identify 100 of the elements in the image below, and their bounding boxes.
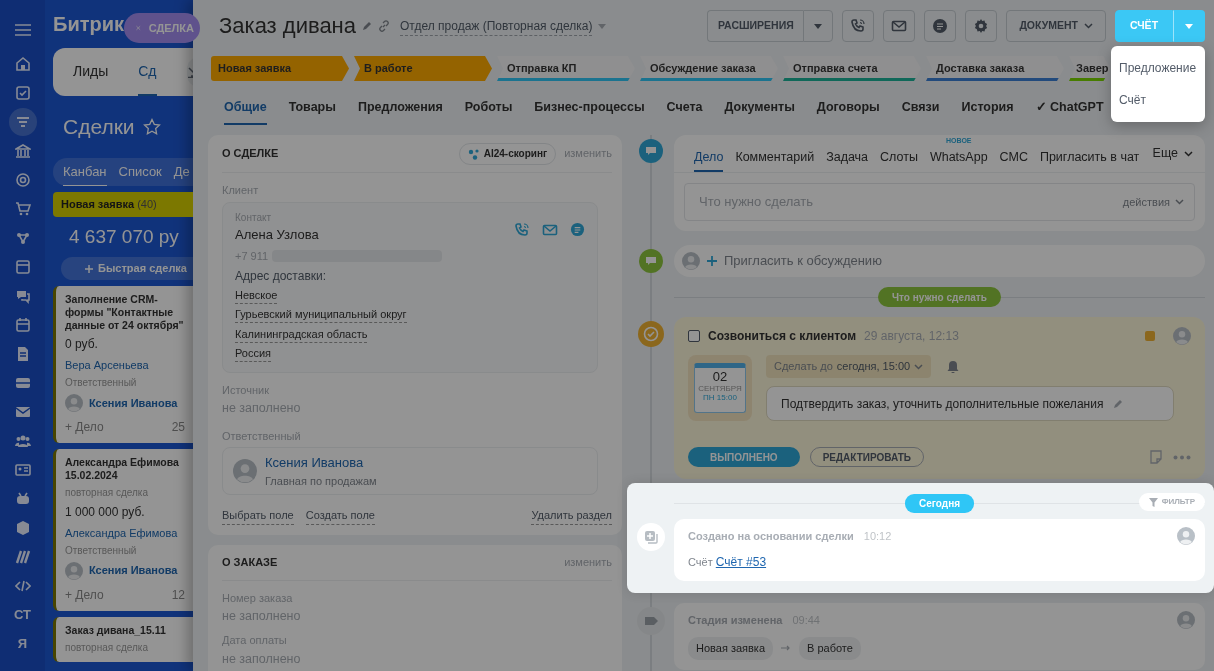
section-title: О ЗАКАЗЕ [222, 555, 278, 570]
composer-tab[interactable]: Дело [694, 145, 724, 172]
address-link[interactable]: Невское [235, 287, 278, 304]
view-tab[interactable]: Список [118, 158, 162, 186]
composer-tab[interactable]: Слоты [880, 145, 918, 172]
field-link[interactable]: Создать поле [305, 507, 375, 525]
composer-tab[interactable]: Задача [826, 145, 869, 172]
address-link[interactable]: Россия [235, 346, 272, 362]
tab[interactable]: Товары [288, 81, 336, 133]
stage-step[interactable]: Обсуждение заказа [640, 56, 778, 81]
view-tab[interactable]: Де [173, 158, 190, 186]
chevron-down-icon [1084, 23, 1093, 29]
settings-button[interactable] [965, 10, 998, 42]
responsible-link[interactable]: Ксения Иванова [265, 453, 377, 473]
tab[interactable]: Общие [224, 89, 267, 125]
chevron-down-icon [1184, 150, 1193, 157]
invite-button[interactable]: Пригласить к обсуждению [674, 245, 1205, 277]
actions-dropdown[interactable]: действия [1122, 193, 1184, 211]
chat-icon [932, 18, 949, 34]
section-divider-label: Что нужно сделать [878, 287, 1001, 307]
composer-tab[interactable]: Комментарий [735, 145, 815, 172]
deal-card[interactable]: Александра Ефимова 15.02.2024 повторная сделка 1 000 000 руб. Александра Ефимова Ответственный Ксения Иванова + Дело 12 [53, 448, 193, 611]
field-label: Адрес доставки: [235, 267, 328, 285]
arrow-icon [781, 645, 792, 652]
deal-card[interactable]: Заполнение CRM-формы "Контактные данные от 24 октября" 0 руб. Вера Арсеньева Ответственный Ксения Иванова + Дело 25 [53, 286, 193, 443]
robot-icon [14, 490, 31, 507]
tab[interactable]: Предложения [357, 81, 443, 133]
add-task-link[interactable]: + Дело [65, 417, 104, 436]
tab[interactable]: Бизнес-процессы [534, 81, 645, 133]
scoring-button[interactable]: AI24-скоринг [458, 142, 557, 165]
deadline-button[interactable]: Сделать до сегодня, 15:00 [766, 355, 932, 378]
document-button[interactable]: ДОКУМЕНТ [1006, 10, 1106, 42]
stage-step[interactable]: В работе [354, 56, 492, 81]
address-link[interactable]: Гурьевский муниципальный округ [235, 307, 407, 323]
stage-chip: Новая заявка [688, 637, 774, 660]
add-task-link[interactable]: + Дело [65, 585, 104, 604]
sidebar-item[interactable]: СТ [14, 604, 31, 625]
responsible-link[interactable]: Ксения Иванова [89, 394, 178, 412]
deal-card[interactable]: Заказ дивана_15.11 повторная сделка [53, 616, 193, 662]
document-link[interactable]: Счёт #53 [715, 555, 767, 569]
more-tab[interactable]: Еще [1152, 135, 1193, 172]
home-icon [14, 55, 31, 72]
card-amount: 1 000 000 руб. [65, 504, 146, 522]
avatar-icon [682, 252, 700, 270]
checkbox[interactable] [688, 330, 700, 342]
responsible-role: Главная по продажам [265, 473, 377, 489]
column-name: Новая заявка [61, 197, 135, 213]
client-link[interactable]: Вера Арсеньева [65, 357, 189, 374]
logo: Битрик [53, 12, 124, 37]
stripes-icon [14, 548, 31, 565]
card-title: Заказ дивана_15.11 [65, 623, 167, 637]
window-icon [14, 258, 31, 275]
phone-icon [514, 221, 530, 238]
stage-step[interactable]: Отправка счета [783, 56, 921, 81]
nav-tab[interactable]: Лиды [73, 48, 109, 96]
mail-button[interactable] [883, 10, 916, 42]
caret-icon [1185, 23, 1193, 29]
tab[interactable]: Связи [901, 81, 940, 133]
page-title: Сделки [63, 114, 135, 141]
contact-name[interactable]: Алена Узлова [235, 224, 319, 244]
chat-button[interactable] [924, 10, 957, 42]
nav-tab[interactable]: Сд [138, 48, 157, 96]
card-amount: 0 руб. [65, 336, 99, 354]
category-link[interactable]: Отдел продаж (Повторная сделка) [400, 16, 593, 36]
stage-step[interactable]: Новая заявка [211, 56, 349, 81]
address-link[interactable]: Калининградская область [235, 326, 368, 343]
cube-icon [14, 519, 31, 536]
avatar-icon [65, 393, 83, 412]
card-meta: 12 [171, 586, 185, 604]
tab[interactable]: ✓ ChatGPT [1035, 81, 1104, 133]
field-label: Ответственный [65, 543, 138, 558]
tab[interactable]: Роботы [464, 81, 513, 133]
menu-item[interactable]: Предложение [1111, 52, 1205, 84]
contact-card-icon [14, 461, 31, 478]
card-meta: 25 [171, 418, 185, 436]
composer-tab[interactable]: СМС [999, 145, 1028, 172]
tab[interactable]: Договоры [816, 81, 880, 133]
menu-item[interactable]: Счёт [1111, 84, 1205, 116]
stage-step[interactable]: Отправка КП [497, 56, 635, 81]
note-field[interactable]: Подтвердить заказ, уточнить дополнительные пожелания [766, 386, 1174, 421]
avatar-icon [233, 459, 257, 484]
extensions-button[interactable]: РАСШИРЕНИЯ [707, 10, 804, 42]
caret-icon [598, 23, 607, 29]
tab[interactable]: Документы [724, 81, 795, 133]
avatar-icon [65, 561, 83, 580]
tab[interactable]: Счета [666, 81, 703, 133]
call-button[interactable] [842, 10, 875, 42]
stage-step[interactable]: Доставка заказа [926, 56, 1064, 81]
tab[interactable]: История [961, 81, 1014, 133]
sidebar-item[interactable]: Я [17, 633, 28, 654]
responsible-link[interactable]: Ксения Иванова [89, 562, 178, 579]
pencil-icon [1113, 398, 1124, 409]
stage-step[interactable]: Завер [1069, 56, 1111, 81]
composer-tab[interactable]: WhatsApp [929, 145, 988, 172]
field-link[interactable]: Выбрать поле [222, 507, 294, 525]
event-title: Создано на основании сделки [688, 528, 854, 544]
view-tab[interactable]: Канбан [63, 158, 107, 186]
composer-tab[interactable]: Пригласить в чат [1039, 145, 1140, 172]
client-link[interactable]: Александра Ефимова [65, 525, 189, 542]
delete-link[interactable]: Удалить раздел [531, 507, 612, 525]
